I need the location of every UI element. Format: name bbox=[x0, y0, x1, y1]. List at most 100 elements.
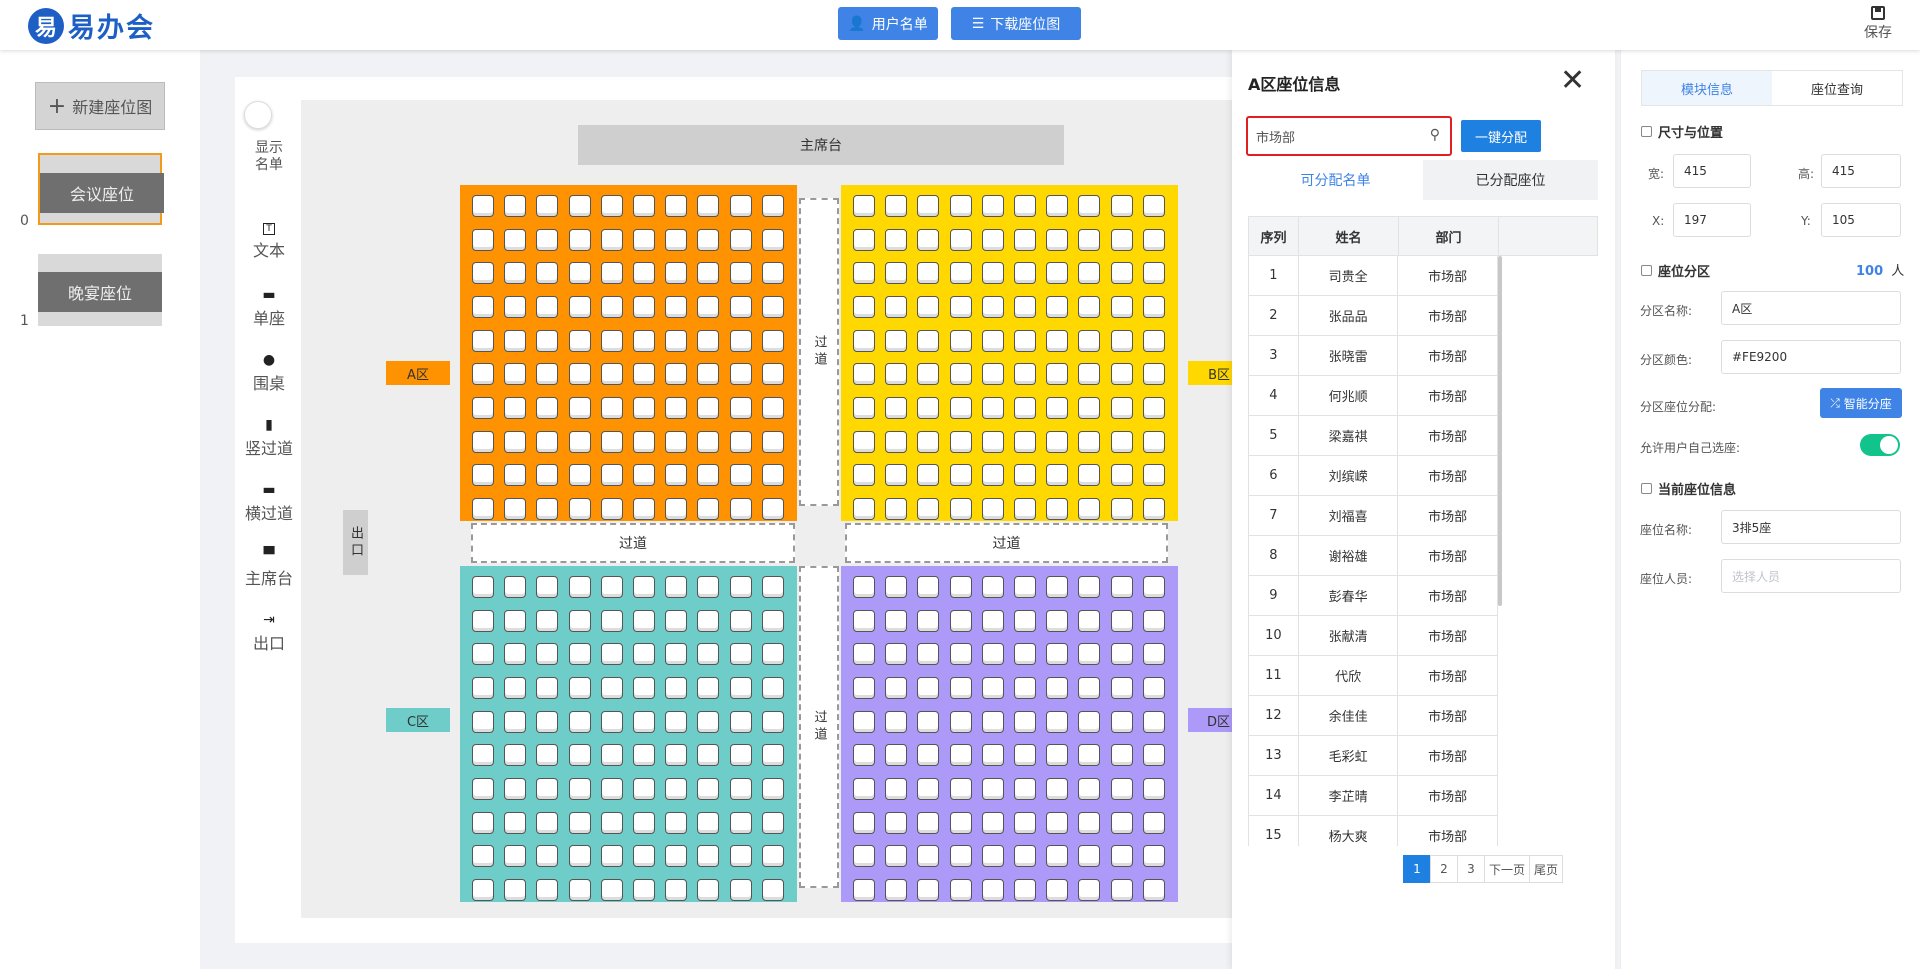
seat[interactable] bbox=[632, 710, 655, 733]
seat[interactable] bbox=[729, 676, 752, 699]
seat[interactable] bbox=[885, 228, 908, 251]
seat[interactable] bbox=[504, 430, 527, 453]
seat[interactable] bbox=[1078, 845, 1101, 868]
seat[interactable] bbox=[536, 811, 559, 834]
seat[interactable] bbox=[761, 744, 784, 767]
seat[interactable] bbox=[472, 811, 494, 834]
seat[interactable] bbox=[568, 845, 591, 868]
seat[interactable] bbox=[697, 195, 720, 217]
seat[interactable] bbox=[853, 710, 875, 733]
seat[interactable] bbox=[472, 710, 494, 733]
seat[interactable] bbox=[1142, 464, 1165, 487]
seat[interactable] bbox=[981, 609, 1004, 632]
seat[interactable] bbox=[568, 777, 591, 800]
seat-name-input[interactable]: 3排5座 bbox=[1721, 510, 1901, 544]
seat[interactable] bbox=[600, 710, 623, 733]
seat[interactable] bbox=[632, 396, 655, 419]
seat[interactable] bbox=[981, 262, 1004, 285]
seat[interactable] bbox=[1046, 777, 1069, 800]
seat[interactable] bbox=[536, 195, 559, 217]
seat[interactable] bbox=[981, 497, 1004, 520]
table-scrollbar[interactable] bbox=[1498, 256, 1502, 606]
seat[interactable] bbox=[853, 396, 875, 419]
close-icon[interactable]: ✕ bbox=[1560, 66, 1585, 96]
seat[interactable] bbox=[600, 464, 623, 487]
seat[interactable] bbox=[536, 676, 559, 699]
horizontal-aisle-right[interactable]: 过道 bbox=[845, 523, 1168, 563]
zone-label-d[interactable]: D区 bbox=[1188, 708, 1232, 732]
seat[interactable] bbox=[632, 845, 655, 868]
width-input[interactable]: 415 bbox=[1673, 154, 1751, 188]
seat[interactable] bbox=[981, 228, 1004, 251]
height-input[interactable]: 415 bbox=[1821, 154, 1901, 188]
seat[interactable] bbox=[504, 195, 527, 217]
seat[interactable] bbox=[1013, 497, 1036, 520]
seat[interactable] bbox=[885, 363, 908, 386]
seat[interactable] bbox=[472, 464, 494, 487]
main-stage-block[interactable]: 主席台 bbox=[578, 125, 1064, 165]
seat[interactable] bbox=[472, 195, 494, 217]
seat[interactable] bbox=[1142, 195, 1165, 217]
seat[interactable] bbox=[1142, 329, 1165, 352]
seat[interactable] bbox=[632, 363, 655, 386]
seat[interactable] bbox=[1013, 228, 1036, 251]
seat[interactable] bbox=[472, 262, 494, 285]
seat[interactable] bbox=[885, 744, 908, 767]
seat[interactable] bbox=[761, 811, 784, 834]
seat[interactable] bbox=[949, 430, 972, 453]
vertical-aisle-bottom[interactable]: 过道 bbox=[799, 566, 839, 888]
tool-exit[interactable]: ⇥ 出口 bbox=[240, 612, 298, 654]
seat[interactable] bbox=[1078, 811, 1101, 834]
seat[interactable] bbox=[885, 811, 908, 834]
seat[interactable] bbox=[665, 363, 688, 386]
seat[interactable] bbox=[729, 363, 752, 386]
seat[interactable] bbox=[1110, 643, 1133, 666]
seat[interactable] bbox=[949, 396, 972, 419]
seat[interactable] bbox=[1013, 363, 1036, 386]
seat[interactable] bbox=[885, 676, 908, 699]
seat[interactable] bbox=[761, 609, 784, 632]
seat[interactable] bbox=[981, 396, 1004, 419]
seat[interactable] bbox=[885, 195, 908, 217]
x-input[interactable]: 197 bbox=[1673, 203, 1751, 237]
seat[interactable] bbox=[536, 609, 559, 632]
seat[interactable] bbox=[504, 576, 527, 598]
next-page[interactable]: 下一页 bbox=[1484, 855, 1531, 883]
zone-a[interactable] bbox=[460, 185, 797, 521]
seat[interactable] bbox=[917, 329, 940, 352]
seat[interactable] bbox=[632, 228, 655, 251]
seat[interactable] bbox=[568, 744, 591, 767]
seat[interactable] bbox=[1110, 744, 1133, 767]
seat[interactable] bbox=[853, 777, 875, 800]
seat[interactable] bbox=[917, 363, 940, 386]
seat[interactable] bbox=[697, 363, 720, 386]
seat[interactable] bbox=[1110, 710, 1133, 733]
seat[interactable] bbox=[729, 643, 752, 666]
seat[interactable] bbox=[472, 878, 494, 901]
seat[interactable] bbox=[697, 295, 720, 318]
seat[interactable] bbox=[632, 811, 655, 834]
seat[interactable] bbox=[472, 609, 494, 632]
seat[interactable] bbox=[1046, 329, 1069, 352]
seat[interactable] bbox=[1142, 430, 1165, 453]
seat[interactable] bbox=[1110, 329, 1133, 352]
seat[interactable] bbox=[1110, 430, 1133, 453]
zone-b[interactable] bbox=[841, 185, 1178, 521]
seat[interactable] bbox=[1046, 497, 1069, 520]
seat[interactable] bbox=[885, 295, 908, 318]
seat[interactable] bbox=[1078, 878, 1101, 901]
seat[interactable] bbox=[761, 464, 784, 487]
seat[interactable] bbox=[949, 878, 972, 901]
new-seat-map-button[interactable]: + 新建座位图 bbox=[35, 82, 165, 130]
seat[interactable] bbox=[1142, 497, 1165, 520]
seat[interactable] bbox=[761, 228, 784, 251]
seat[interactable] bbox=[1142, 295, 1165, 318]
seat[interactable] bbox=[600, 262, 623, 285]
user-list-button[interactable]: 👤 用户名单 bbox=[838, 7, 938, 40]
seat[interactable] bbox=[536, 464, 559, 487]
seat[interactable] bbox=[729, 329, 752, 352]
seat[interactable] bbox=[568, 576, 591, 598]
seat[interactable] bbox=[1078, 744, 1101, 767]
seat[interactable] bbox=[853, 576, 875, 598]
seat[interactable] bbox=[853, 878, 875, 901]
